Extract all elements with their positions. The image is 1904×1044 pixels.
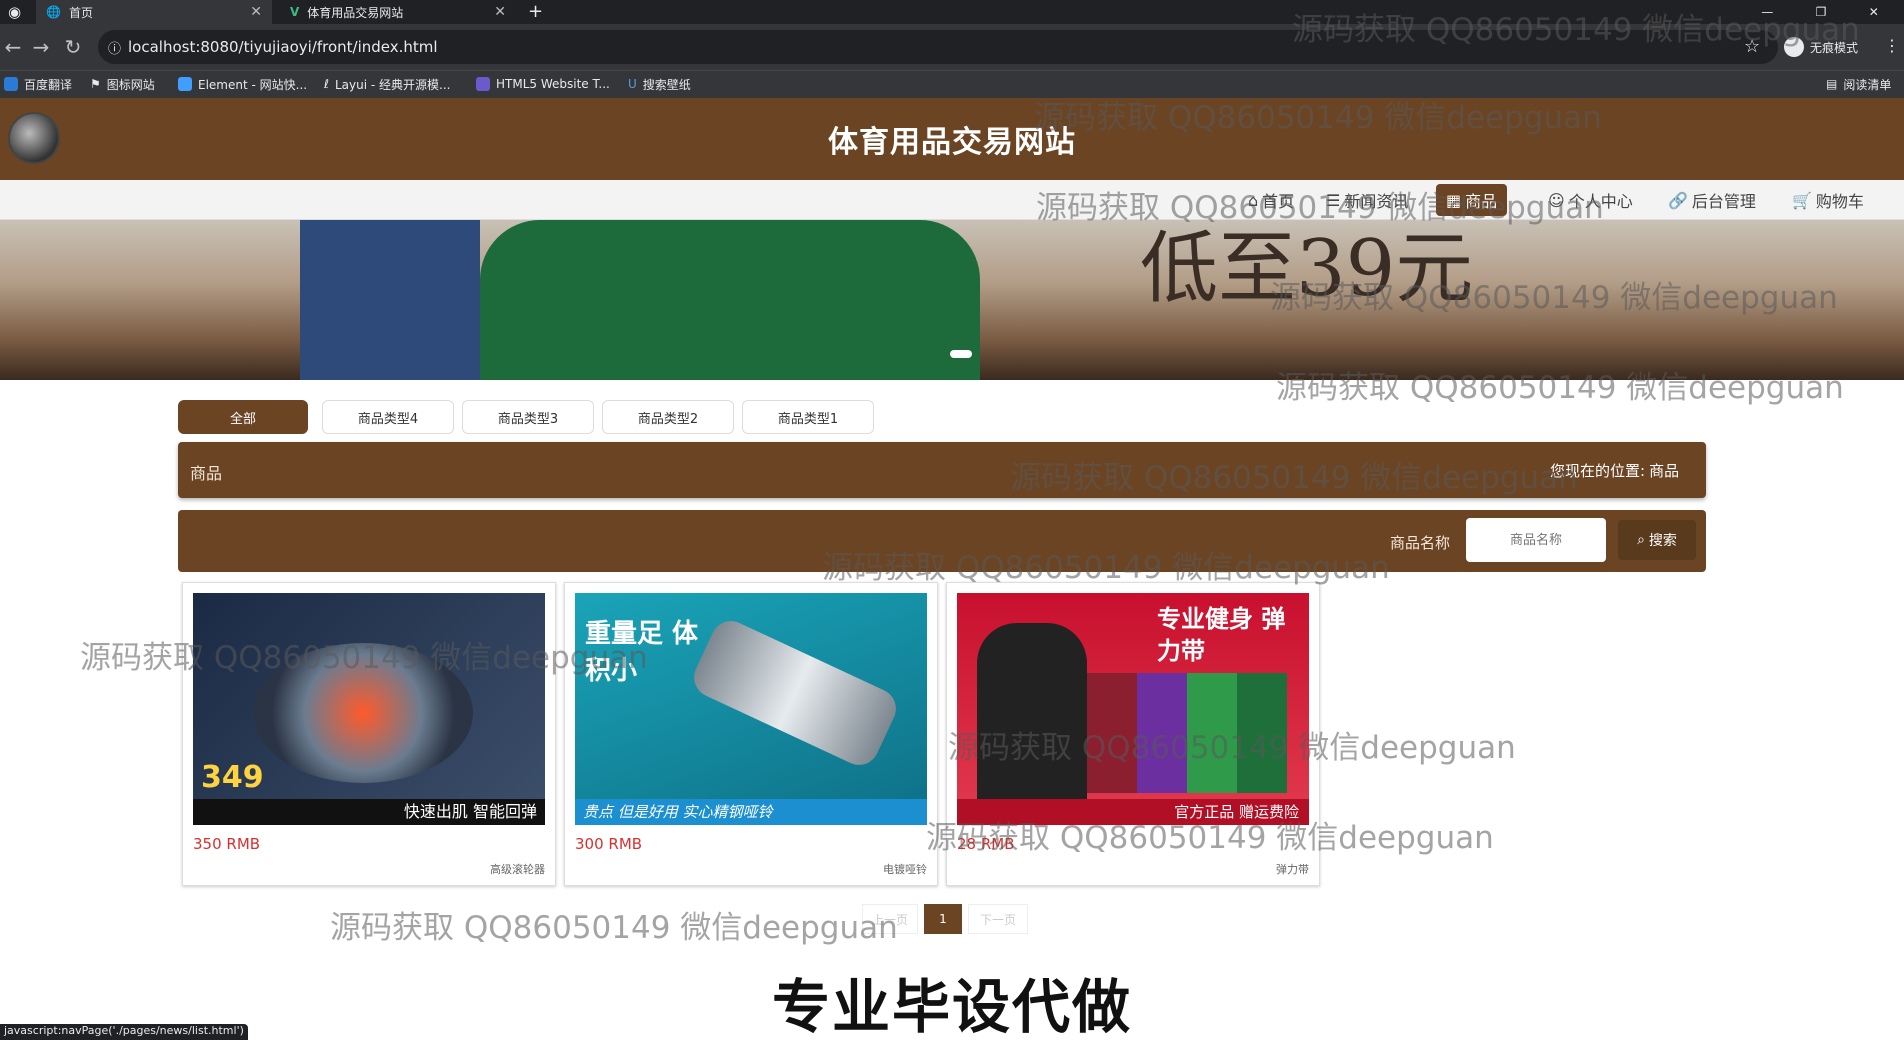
nav-cart[interactable]: 🛒 购物车 bbox=[1792, 180, 1864, 220]
browser-status-url: javascript:navPage('./pages/news/list.ht… bbox=[0, 1024, 248, 1040]
vue-icon: V bbox=[290, 5, 300, 19]
product-image[interactable]: 专业健身 弹力带 官方正品 赠运费险 bbox=[957, 593, 1309, 825]
product-price: 300 RMB bbox=[575, 835, 643, 853]
product-image-caption: 贵点 但是好用 实心精钢哑铃 bbox=[575, 799, 927, 825]
browser-menu-icon[interactable]: ◉ bbox=[8, 3, 26, 21]
breadcrumb-current[interactable]: 商品 bbox=[1649, 460, 1679, 481]
watermark: 源码获取 QQ86050149 微信deepguan bbox=[822, 550, 1390, 586]
bookmark-item[interactable]: ⚑ 图标网站 bbox=[90, 72, 155, 96]
layui-icon: ℓ bbox=[324, 77, 329, 91]
product-card[interactable]: 349 快速出肌 智能回弹 350 RMB 高级滚轮器 bbox=[182, 582, 556, 886]
watermark: 源码获取 QQ86050149 微信deepguan bbox=[1276, 370, 1844, 406]
product-card[interactable]: 重量足 体积小 贵点 但是好用 实心精钢哑铃 300 RMB 电镀哑铃 bbox=[564, 582, 938, 886]
search-button[interactable]: ⌕ 搜索 bbox=[1618, 520, 1696, 560]
nav-label: 后台管理 bbox=[1691, 192, 1756, 211]
nav-admin[interactable]: 🔗 后台管理 bbox=[1668, 180, 1756, 220]
watermark: 源码获取 QQ86050149 微信deepguan bbox=[1292, 12, 1860, 48]
banner-model-cardigan bbox=[480, 220, 980, 380]
promo-overlay-text: 专业毕设代做 bbox=[771, 973, 1132, 1041]
bookmark-item[interactable]: 百度翻译 bbox=[4, 72, 72, 96]
wallpaper-icon: U bbox=[628, 77, 637, 91]
carousel-indicator[interactable] bbox=[950, 350, 972, 358]
bookmark-label: 图标网站 bbox=[106, 77, 155, 92]
product-image-caption: 快速出肌 智能回弹 bbox=[193, 799, 545, 825]
section-title: 商品 bbox=[190, 464, 223, 483]
tab-label: 体育用品交易网站 bbox=[307, 5, 404, 20]
watermark: 源码获取 QQ86050149 微信deepguan bbox=[948, 730, 1516, 766]
close-window-icon[interactable]: ✕ bbox=[1869, 5, 1879, 19]
reload-icon[interactable]: ↻ bbox=[60, 34, 86, 60]
product-image-text: 专业健身 弹力带 bbox=[1157, 605, 1286, 665]
watermark: 源码获取 QQ86050149 微信deepguan bbox=[80, 640, 648, 676]
product-image[interactable]: 349 快速出肌 智能回弹 bbox=[193, 593, 545, 825]
watermark: 源码获取 QQ86050149 微信deepguan bbox=[1270, 280, 1838, 316]
dumbbell-graphic bbox=[687, 614, 903, 772]
globe-icon: 🌐 bbox=[46, 5, 61, 19]
more-menu-icon[interactable]: ⋮ bbox=[1884, 36, 1900, 55]
banner-model-jeans bbox=[300, 220, 480, 380]
watermark: 源码获取 QQ86050149 微信deepguan bbox=[926, 820, 1494, 856]
watermark: 源码获取 QQ86050149 微信deepguan bbox=[1010, 460, 1578, 496]
product-name[interactable]: 高级滚轮器 bbox=[490, 861, 545, 877]
watermark: 源码获取 QQ86050149 微信deepguan bbox=[330, 910, 898, 946]
forward-icon[interactable]: → bbox=[28, 34, 54, 60]
url-text: localhost:8080/tiyujiaoyi/front/index.ht… bbox=[128, 38, 438, 56]
category-type4[interactable]: 商品类型4 bbox=[322, 400, 454, 434]
translate-icon bbox=[4, 77, 18, 91]
bookmark-item[interactable]: HTML5 Website T... bbox=[476, 72, 610, 96]
link-icon: 🔗 bbox=[1668, 190, 1688, 210]
back-icon[interactable]: ← bbox=[0, 34, 26, 60]
bookmark-item[interactable]: U 搜索壁纸 bbox=[628, 72, 691, 96]
tab-label: 首页 bbox=[68, 5, 93, 20]
pager-next[interactable]: 下一页 bbox=[968, 904, 1028, 934]
close-tab-icon[interactable]: ✕ bbox=[494, 4, 506, 20]
html5-icon bbox=[476, 77, 490, 91]
search-input[interactable] bbox=[1466, 518, 1606, 562]
flag-icon: ⚑ bbox=[90, 77, 101, 91]
product-image-text: 349 bbox=[201, 760, 264, 795]
cart-icon: 🛒 bbox=[1792, 190, 1812, 210]
product-image[interactable]: 重量足 体积小 贵点 但是好用 实心精钢哑铃 bbox=[575, 593, 927, 825]
reading-list-icon: ▤ bbox=[1826, 77, 1838, 91]
product-name[interactable]: 电镀哑铃 bbox=[883, 861, 927, 877]
new-tab-icon[interactable]: + bbox=[528, 0, 548, 24]
category-type1[interactable]: 商品类型1 bbox=[742, 400, 874, 434]
athlete-graphic bbox=[977, 623, 1087, 803]
bookmark-label: 百度翻译 bbox=[24, 77, 73, 92]
bookmark-label: Layui - 经典开源模... bbox=[334, 77, 451, 92]
info-icon: ⓘ bbox=[108, 41, 122, 57]
search-button-label: 搜索 bbox=[1648, 533, 1677, 549]
bookmark-item[interactable]: Element - 网站快... bbox=[178, 72, 307, 96]
product-price: 350 RMB bbox=[193, 835, 261, 853]
reading-list-label: 阅读清单 bbox=[1843, 77, 1892, 92]
watermark: 源码获取 QQ86050149 微信deepguan bbox=[1036, 190, 1604, 226]
bookmark-label: Element - 网站快... bbox=[198, 77, 308, 92]
category-type3[interactable]: 商品类型3 bbox=[462, 400, 594, 434]
element-icon bbox=[178, 77, 192, 91]
pager-current[interactable]: 1 bbox=[924, 904, 962, 934]
bookmark-item[interactable]: ℓ Layui - 经典开源模... bbox=[324, 72, 450, 96]
nav-label: 购物车 bbox=[1815, 192, 1864, 211]
product-name[interactable]: 弹力带 bbox=[1276, 861, 1309, 877]
search-icon: ⌕ bbox=[1637, 532, 1645, 548]
category-type2[interactable]: 商品类型2 bbox=[602, 400, 734, 434]
bookmark-label: HTML5 Website T... bbox=[496, 77, 610, 91]
search-label: 商品名称 bbox=[1390, 534, 1451, 552]
reading-list[interactable]: ▤ 阅读清单 bbox=[1826, 72, 1891, 96]
category-all[interactable]: 全部 bbox=[178, 400, 308, 434]
tab-home[interactable]: 🌐 首页 ✕ bbox=[36, 0, 272, 24]
tab-site[interactable]: V 体育用品交易网站 ✕ bbox=[280, 0, 516, 24]
close-tab-icon[interactable]: ✕ bbox=[250, 4, 262, 20]
site-title: 体育用品交易网站 bbox=[828, 125, 1076, 160]
watermark: 源码获取 QQ86050149 微信deepguan bbox=[1034, 100, 1602, 136]
bookmark-label: 搜索壁纸 bbox=[642, 77, 691, 92]
